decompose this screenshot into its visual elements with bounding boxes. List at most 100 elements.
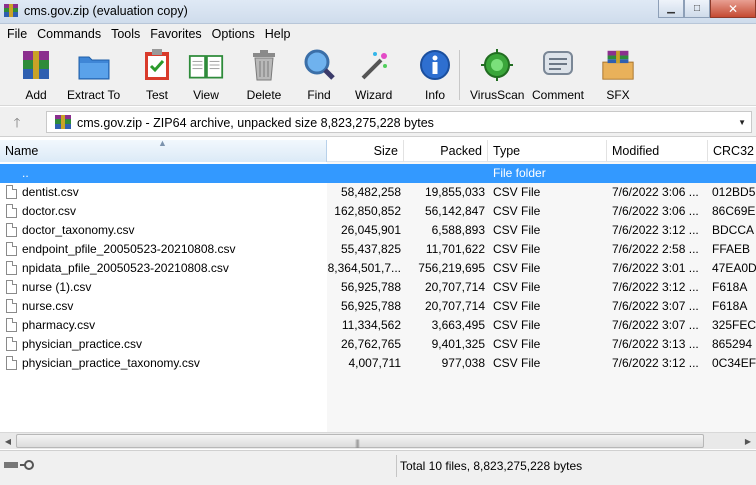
- info-button[interactable]: Info: [417, 48, 453, 102]
- menu-file[interactable]: File: [2, 27, 32, 41]
- file-crc32: BDCCA: [712, 223, 755, 237]
- file-packed: 6,588,893: [431, 223, 485, 237]
- file-size: 162,850,852: [334, 204, 401, 218]
- table-row[interactable]: doctor.csv 162,850,852 56,142,847 CSV File 7…: [0, 202, 756, 221]
- scrollbar-thumb[interactable]: |||: [16, 434, 704, 448]
- menu-tools[interactable]: Tools: [106, 27, 145, 41]
- file-crc32: F618A: [712, 280, 748, 294]
- file-crc32: 0C34EF: [712, 356, 756, 370]
- file-packed: 756,219,695: [418, 261, 485, 275]
- close-button[interactable]: ✕: [710, 0, 756, 18]
- column-header-modified[interactable]: Modified: [607, 140, 708, 162]
- minimize-button[interactable]: ▁: [658, 0, 684, 18]
- table-row[interactable]: npidata_pfile_20050523-20210808.csv 8,364…: [0, 259, 756, 278]
- scroll-left-icon[interactable]: ◀: [0, 435, 16, 448]
- address-bar: 🡑 cms.gov.zip - ZIP64 archive, unpacked …: [0, 107, 756, 137]
- drive-key-icon: [4, 460, 34, 470]
- column-header-size[interactable]: Size: [327, 140, 404, 162]
- magnifier-icon: [301, 48, 337, 82]
- address-text: cms.gov.zip - ZIP64 archive, unpacked si…: [77, 116, 434, 130]
- file-size: 4,007,711: [348, 356, 402, 370]
- menu-commands[interactable]: Commands: [32, 27, 106, 41]
- file-modified: 7/6/2022 3:13 ...: [612, 337, 699, 351]
- parent-folder-row[interactable]: .. File folder: [0, 164, 756, 183]
- file-type: CSV File: [493, 223, 541, 237]
- winrar-app-icon[interactable]: [3, 3, 19, 19]
- menu-help[interactable]: Help: [260, 27, 296, 41]
- column-header-packed[interactable]: Packed: [404, 140, 488, 162]
- table-row[interactable]: nurse.csv 56,925,788 20,707,714 CSV File 7/6…: [0, 297, 756, 316]
- add-archive-icon: [18, 48, 54, 82]
- comment-note-icon: [540, 48, 576, 82]
- maximize-button[interactable]: □: [684, 0, 710, 18]
- file-crc32: 865294: [712, 337, 753, 351]
- column-header-name[interactable]: ▲ Name: [0, 138, 327, 162]
- virus-bug-icon: [479, 48, 515, 82]
- test-button[interactable]: Test: [139, 48, 175, 102]
- file-modified: 7/6/2022 3:12 ...: [612, 280, 699, 294]
- file-size: 26,762,765: [340, 337, 401, 351]
- scroll-right-icon[interactable]: ▶: [740, 435, 756, 448]
- file-crc32: 86C69E: [712, 204, 756, 218]
- file-list: ▲ Name Size Packed Type Modified CRC32 .…: [0, 138, 756, 432]
- table-row[interactable]: endpoint_pfile_20050523-20210808.csv 55,4…: [0, 240, 756, 259]
- file-packed: 19,855,033: [424, 185, 485, 199]
- view-button[interactable]: View: [188, 48, 224, 102]
- menu-favorites[interactable]: Favorites: [145, 27, 206, 41]
- file-type: CSV File: [493, 185, 541, 199]
- delete-button[interactable]: Delete: [246, 48, 282, 102]
- table-row[interactable]: dentist.csv 58,482,258 19,855,033 CSV File 7…: [0, 183, 756, 202]
- file-size: 11,334,562: [341, 318, 401, 332]
- file-size: 8,364,501,7...: [327, 261, 401, 275]
- file-type: CSV File: [493, 337, 541, 351]
- file-size: 56,925,788: [340, 280, 401, 294]
- column-header-crc32[interactable]: CRC32: [708, 140, 756, 162]
- column-header-type[interactable]: Type: [488, 140, 607, 162]
- table-row[interactable]: doctor_taxonomy.csv 26,045,901 6,588,893 CS…: [0, 221, 756, 240]
- address-field[interactable]: cms.gov.zip - ZIP64 archive, unpacked si…: [46, 111, 752, 133]
- file-size: 26,045,901: [340, 223, 401, 237]
- file-packed: 9,401,325: [431, 337, 485, 351]
- comment-button[interactable]: Comment: [532, 48, 584, 102]
- file-name: pharmacy.csv: [22, 318, 96, 332]
- table-row[interactable]: physician_practice.csv 26,762,765 9,401,32…: [0, 335, 756, 354]
- file-type: CSV File: [493, 261, 541, 275]
- sort-ascending-icon: ▲: [158, 138, 167, 148]
- table-row[interactable]: nurse (1).csv 56,925,788 20,707,714 CSV Fil…: [0, 278, 756, 297]
- table-row[interactable]: physician_practice_taxonomy.csv 4,007,711…: [0, 354, 756, 373]
- add-button[interactable]: Add: [18, 48, 54, 102]
- file-crc32: 47EA0D: [712, 261, 756, 275]
- test-clipboard-icon: [139, 48, 175, 82]
- file-type: CSV File: [493, 318, 541, 332]
- file-name: physician_practice.csv: [22, 337, 143, 351]
- window-title: cms.gov.zip (evaluation copy): [24, 4, 188, 18]
- virusscan-button[interactable]: VirusScan: [470, 48, 524, 102]
- table-row[interactable]: pharmacy.csv 11,334,562 3,663,495 CSV File 7…: [0, 316, 756, 335]
- file-name: physician_practice_taxonomy.csv: [22, 356, 200, 370]
- menu-options[interactable]: Options: [207, 27, 260, 41]
- file-type: CSV File: [493, 242, 541, 256]
- up-arrow-icon[interactable]: 🡑: [9, 114, 25, 130]
- file-modified: 7/6/2022 3:01 ...: [612, 261, 699, 275]
- sfx-button[interactable]: SFX: [600, 48, 636, 102]
- find-button[interactable]: Find: [301, 48, 337, 102]
- horizontal-scrollbar[interactable]: ◀ ||| ▶: [0, 432, 756, 449]
- file-type: CSV File: [493, 299, 541, 313]
- file-name: doctor.csv: [22, 204, 77, 218]
- wizard-button[interactable]: Wizard: [355, 48, 392, 102]
- file-modified: 7/6/2022 3:07 ...: [612, 318, 699, 332]
- file-size: 56,925,788: [340, 299, 401, 313]
- extract-folder-icon: [76, 48, 112, 82]
- file-type: CSV File: [493, 280, 541, 294]
- file-size: 58,482,258: [340, 185, 401, 199]
- file-packed: 977,038: [441, 356, 485, 370]
- archive-icon: [55, 115, 71, 129]
- file-name: nurse (1).csv: [22, 280, 92, 294]
- chevron-down-icon[interactable]: ▼: [738, 118, 746, 127]
- file-size: 55,437,825: [340, 242, 401, 256]
- extract-to-button[interactable]: Extract To: [67, 48, 120, 102]
- file-modified: 7/6/2022 3:06 ...: [612, 204, 699, 218]
- file-crc32: FFAEB: [712, 242, 751, 256]
- file-name: endpoint_pfile_20050523-20210808.csv: [22, 242, 236, 256]
- file-packed: 20,707,714: [424, 299, 485, 313]
